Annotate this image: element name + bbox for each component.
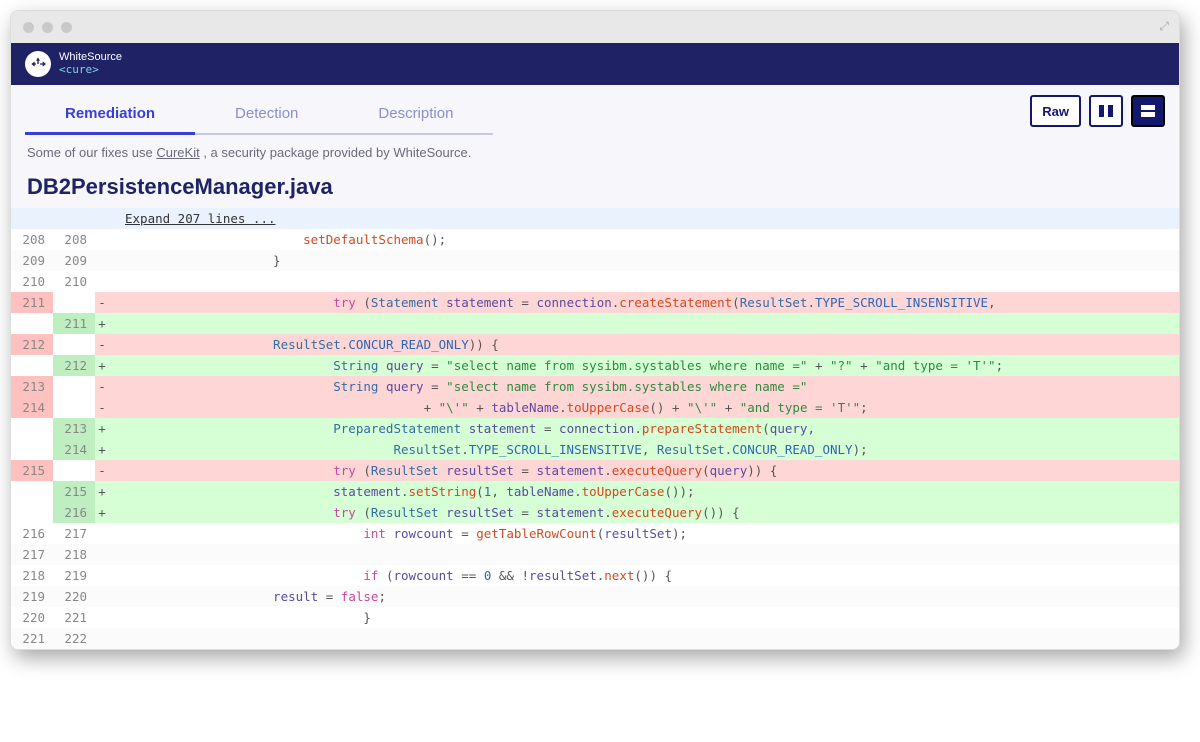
file-name: DB2PersistenceManager.java xyxy=(11,170,1179,208)
minimize-icon[interactable] xyxy=(42,22,53,33)
tabs-row: Remediation Detection Description Raw xyxy=(11,85,1179,135)
diff-view: Expand 207 lines ... 208208 setDefaultSc… xyxy=(11,208,1179,649)
curekit-link[interactable]: CureKit xyxy=(156,145,199,160)
note-suffix: , a security package provided by WhiteSo… xyxy=(200,145,472,160)
tab-remediation[interactable]: Remediation xyxy=(25,93,195,135)
diff-line: 213+ PreparedStatement statement = conne… xyxy=(11,418,1179,439)
zoom-icon[interactable] xyxy=(61,22,72,33)
diff-line: 209209 } xyxy=(11,250,1179,271)
tab-description[interactable]: Description xyxy=(338,93,493,135)
diff-line: 216+ try (ResultSet resultSet = statemen… xyxy=(11,502,1179,523)
diff-line: 211- try (Statement statement = connecti… xyxy=(11,292,1179,313)
diff-line: 214+ ResultSet.TYPE_SCROLL_INSENSITIVE, … xyxy=(11,439,1179,460)
note-prefix: Some of our fixes use xyxy=(27,145,156,160)
window-controls xyxy=(23,22,72,33)
diff-line: 212+ String query = "select name from sy… xyxy=(11,355,1179,376)
diff-line: 217218 xyxy=(11,544,1179,565)
brand-text: WhiteSource <cure> xyxy=(59,52,122,75)
diff-line: 218219 if (rowcount == 0 && !resultSet.n… xyxy=(11,565,1179,586)
info-note: Some of our fixes use CureKit , a securi… xyxy=(11,135,1179,170)
diff-line: 215+ statement.setString(1, tableName.to… xyxy=(11,481,1179,502)
diff-line: 212- ResultSet.CONCUR_READ_ONLY)) { xyxy=(11,334,1179,355)
raw-button[interactable]: Raw xyxy=(1030,95,1081,127)
app-window: ⤢ WhiteSource <cure> Remediation Detecti… xyxy=(10,10,1180,650)
logo-icon xyxy=(25,51,51,77)
diff-line: 216217 int rowcount = getTableRowCount(r… xyxy=(11,523,1179,544)
brand-bar: WhiteSource <cure> xyxy=(11,43,1179,85)
diff-line: 214- + "\'" + tableName.toUpperCase() + … xyxy=(11,397,1179,418)
expand-row[interactable]: Expand 207 lines ... xyxy=(11,208,1179,229)
diff-line: 211+ xyxy=(11,313,1179,334)
tab-detection[interactable]: Detection xyxy=(195,93,338,135)
tabs: Remediation Detection Description xyxy=(25,93,493,135)
diff-line: 213- String query = "select name from sy… xyxy=(11,376,1179,397)
diff-line: 210210 xyxy=(11,271,1179,292)
view-controls: Raw xyxy=(1030,95,1165,133)
split-view-button[interactable] xyxy=(1089,95,1123,127)
diff-line: 219220 result = false; xyxy=(11,586,1179,607)
brand-sub: <cure> xyxy=(59,64,122,76)
expand-icon[interactable]: ⤢ xyxy=(1159,19,1169,34)
unified-view-button[interactable] xyxy=(1131,95,1165,127)
close-icon[interactable] xyxy=(23,22,34,33)
diff-line: 215- try (ResultSet resultSet = statemen… xyxy=(11,460,1179,481)
titlebar: ⤢ xyxy=(11,11,1179,43)
diff-line: 221222 xyxy=(11,628,1179,649)
diff-line: 220221 } xyxy=(11,607,1179,628)
diff-line: 208208 setDefaultSchema(); xyxy=(11,229,1179,250)
expand-label[interactable]: Expand 207 lines ... xyxy=(109,208,1179,229)
